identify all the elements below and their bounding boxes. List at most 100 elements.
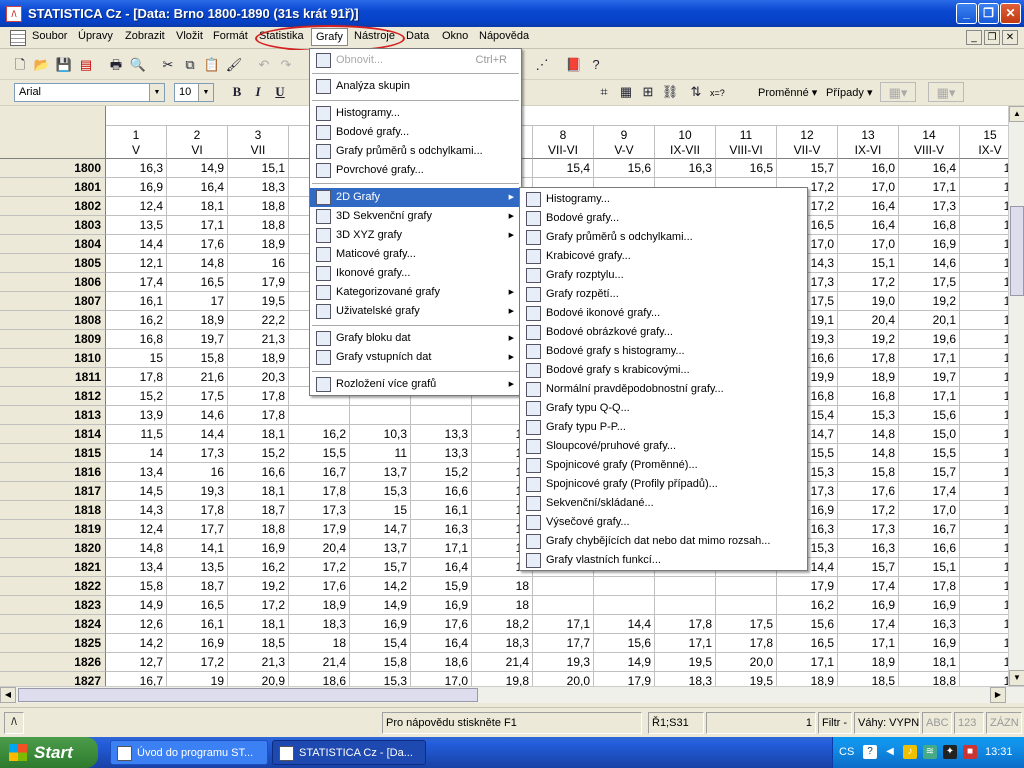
table-cell[interactable]: 15,2 (106, 387, 167, 406)
row-header[interactable]: 1820 (0, 539, 106, 558)
menu-okno[interactable]: Okno (442, 30, 468, 42)
row-header[interactable]: 1814 (0, 425, 106, 444)
table-cell[interactable]: 18,5 (228, 634, 289, 653)
row-header[interactable]: 1809 (0, 330, 106, 349)
table-cell[interactable]: 20,0 (533, 672, 594, 686)
table-cell[interactable]: 21,3 (228, 653, 289, 672)
table-cell[interactable]: 16,4 (167, 178, 228, 197)
task-uvod[interactable]: Úvod do programu ST... (110, 740, 268, 765)
table-cell[interactable]: 21,4 (472, 653, 533, 672)
table-cell[interactable]: 17,5 (899, 273, 960, 292)
menu-item[interactable]: 2D Grafy ▶ (310, 188, 521, 207)
table-cell[interactable]: 16,9 (838, 596, 899, 615)
table-cell[interactable]: 17,8 (289, 482, 350, 501)
mdi-restore-button[interactable]: ❐ (984, 30, 1000, 45)
help-pointer-icon[interactable]: ? (586, 55, 606, 75)
table-cell[interactable] (594, 596, 655, 615)
table-cell[interactable]: 16,2 (289, 425, 350, 444)
table-cell[interactable]: 17,1 (167, 216, 228, 235)
table-cell[interactable]: 18,3 (472, 634, 533, 653)
bold-button[interactable]: B (227, 82, 247, 102)
table-cell[interactable]: 16,9 (167, 634, 228, 653)
table-cell[interactable]: 16,7 (289, 463, 350, 482)
table-cell[interactable]: 16,9 (106, 178, 167, 197)
link-icon[interactable]: ⛓ (660, 82, 680, 102)
table-cell[interactable]: 18,1 (167, 197, 228, 216)
table-cell[interactable]: 14,6 (899, 254, 960, 273)
table-cell[interactable]: 16,5 (777, 634, 838, 653)
table-cell[interactable]: 15,3 (350, 672, 411, 686)
table-cell[interactable]: 16,4 (899, 159, 960, 178)
table-cell[interactable]: 15,1 (228, 159, 289, 178)
table-cell[interactable]: 14,5 (106, 482, 167, 501)
table-cell[interactable]: 13,3 (411, 444, 472, 463)
table-cell[interactable]: 14,9 (594, 653, 655, 672)
table-cell[interactable]: 18 (289, 634, 350, 653)
table-cell[interactable]: 14,6 (167, 406, 228, 425)
table-cell[interactable]: 15,2 (228, 444, 289, 463)
table-cell[interactable]: 19,6 (899, 330, 960, 349)
table-cell[interactable]: 16,0 (838, 159, 899, 178)
table-cell[interactable]: 18,7 (228, 501, 289, 520)
row-header[interactable]: 1810 (0, 349, 106, 368)
table-cell[interactable]: 14,9 (350, 596, 411, 615)
table-cell[interactable]: 17 (960, 273, 1010, 292)
table-cell[interactable]: 19,5 (716, 672, 777, 686)
table-cell[interactable]: 13,5 (167, 558, 228, 577)
book-icon[interactable]: 📕 (564, 55, 584, 75)
menu-item[interactable]: Bodové grafy... (520, 209, 807, 228)
table-cell[interactable]: 14,8 (838, 425, 899, 444)
table-cell[interactable]: 15,3 (350, 482, 411, 501)
menu-item[interactable]: Histogramy... (520, 190, 807, 209)
table-cell[interactable]: 17,0 (899, 501, 960, 520)
maximize-button[interactable]: ❐ (978, 3, 999, 24)
table-cell[interactable]: 16,6 (228, 463, 289, 482)
open-icon[interactable]: 📂 (32, 55, 52, 75)
table-cell[interactable]: 17,6 (838, 482, 899, 501)
table-cell[interactable]: 18,3 (228, 178, 289, 197)
table-cell[interactable] (289, 406, 350, 425)
table-cell[interactable]: 14 (106, 444, 167, 463)
pdf-icon[interactable]: ▤ (76, 55, 96, 75)
table-cell[interactable]: 16 (167, 463, 228, 482)
table-cell[interactable]: 15,3 (838, 406, 899, 425)
table-cell[interactable]: 17,9 (289, 520, 350, 539)
table-cell[interactable]: 13,4 (106, 558, 167, 577)
menu-item[interactable]: Výsečové grafy... (520, 513, 807, 532)
table-cell[interactable]: 15,2 (411, 463, 472, 482)
table-cell[interactable]: 20,0 (716, 653, 777, 672)
table-cell[interactable]: 18,1 (228, 482, 289, 501)
close-button[interactable]: ✕ (1000, 3, 1021, 24)
table-cell[interactable]: 15 (350, 501, 411, 520)
menu-item[interactable]: Rozložení více grafů ▶ (310, 375, 521, 394)
lock-icon[interactable]: ⊞ (638, 82, 658, 102)
menu-format[interactable]: Formát (213, 30, 248, 42)
table-cell[interactable]: 15,8 (838, 463, 899, 482)
table-cell[interactable]: 20,3 (228, 368, 289, 387)
vertical-scrollbar[interactable]: ▲ ▼ (1008, 106, 1024, 686)
menu-item[interactable]: Grafy průměrů s odchylkami... (520, 228, 807, 247)
table-cell[interactable]: 18,1 (228, 615, 289, 634)
table-cell[interactable]: 14,3 (106, 501, 167, 520)
table-cell[interactable]: 16,3 (838, 539, 899, 558)
table-cell[interactable]: 15,8 (350, 653, 411, 672)
table-cell[interactable]: 18,8 (228, 216, 289, 235)
table-cell[interactable]: 17,4 (106, 273, 167, 292)
table-cell[interactable]: 17,4 (838, 577, 899, 596)
column-header[interactable]: 13 IX-VI (838, 126, 899, 159)
table-cell[interactable]: 16 (960, 520, 1010, 539)
table-cell[interactable]: 18,9 (228, 349, 289, 368)
row-header[interactable]: 1803 (0, 216, 106, 235)
table-cell[interactable]: 14,8 (106, 539, 167, 558)
menu-item[interactable]: Normální pravděpodobnostní grafy... (520, 380, 807, 399)
menu-item[interactable]: Bodové ikonové grafy... (520, 304, 807, 323)
table-cell[interactable]: 16,7 (899, 520, 960, 539)
format-painter-icon[interactable]: 🖌 (224, 55, 244, 75)
table-cell[interactable]: 19,5 (655, 653, 716, 672)
table-cell[interactable]: 14,7 (350, 520, 411, 539)
table-cell[interactable]: 17,8 (838, 349, 899, 368)
menu-item[interactable]: Grafy vstupních dat ▶ (310, 348, 521, 367)
table-cell[interactable] (411, 406, 472, 425)
row-header[interactable]: 1827 (0, 672, 106, 686)
table-cell[interactable]: 12,1 (106, 254, 167, 273)
